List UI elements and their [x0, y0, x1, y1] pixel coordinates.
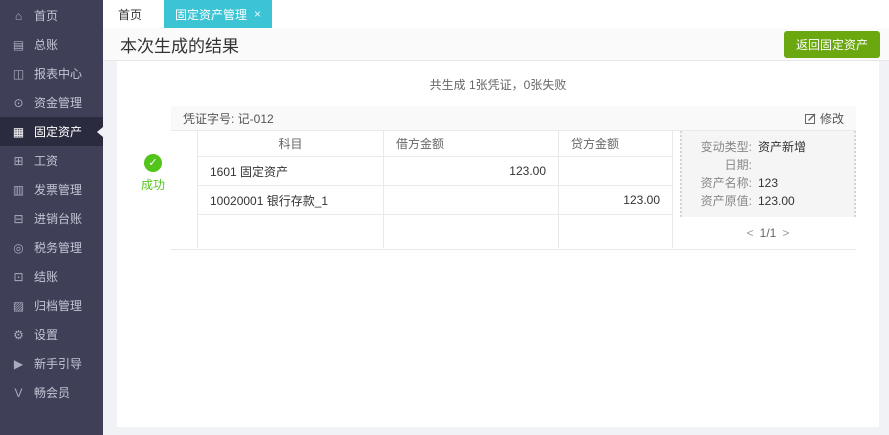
detail-label: 变动类型:	[700, 140, 752, 154]
sidebar-item-payroll[interactable]: ⊞ 工资	[0, 146, 103, 175]
archive-icon: ▨	[12, 298, 25, 313]
detail-row-asset-name: 资产名称: 123	[688, 174, 848, 192]
sidebar-item-label: 归档管理	[34, 299, 83, 313]
edit-pencil-icon	[804, 113, 816, 124]
sidebar-item-funds-mgmt[interactable]: ⊙ 资金管理	[0, 88, 103, 117]
back-to-fixed-assets-button[interactable]: 返回固定资产	[783, 30, 880, 58]
tax-icon: ◎	[13, 240, 24, 255]
pagination: < 1/1 >	[680, 217, 856, 249]
column-header-credit: 贷方金额	[559, 131, 672, 157]
edit-voucher-link[interactable]: 修改	[804, 110, 844, 127]
invoice-icon: ▥	[12, 182, 25, 197]
home-icon: ⌂	[14, 8, 23, 23]
sidebar-item-label: 总账	[34, 38, 59, 52]
detail-label: 日期:	[724, 158, 752, 172]
table-empty-cell	[384, 215, 559, 248]
content-area: 共生成 1张凭证，0张失败 ✓ 成功 凭证字号: 记-012 修改 科目 借方金…	[103, 61, 889, 435]
sidebar-item-purchase-sales[interactable]: ⊟ 进销台账	[0, 204, 103, 233]
detail-value: 123	[758, 176, 779, 190]
sidebar-item-label: 资金管理	[34, 96, 83, 110]
asset-detail-panel: 变动类型: 资产新增 日期: 资产名称: 123 资产原值: 123.00	[680, 131, 856, 217]
sidebar-item-tax-mgmt[interactable]: ◎ 税务管理	[0, 233, 103, 262]
closing-icon: ⊡	[13, 269, 24, 284]
sidebar-item-archive-mgmt[interactable]: ▨ 归档管理	[0, 291, 103, 320]
sidebar-item-general-ledger[interactable]: ▤ 总账	[0, 30, 103, 59]
sidebar-item-label: 畅会员	[34, 386, 71, 400]
result-card: 共生成 1张凭证，0张失败 ✓ 成功 凭证字号: 记-012 修改 科目 借方金…	[117, 61, 879, 427]
pagination-next-icon[interactable]: >	[782, 226, 789, 240]
table-row-credit	[559, 157, 672, 186]
detail-label: 资产名称:	[700, 176, 752, 190]
asset-detail-column: 变动类型: 资产新增 日期: 资产名称: 123 资产原值: 123.00 < …	[680, 131, 856, 249]
table-empty-cell	[559, 215, 672, 248]
sidebar-item-label: 报表中心	[34, 67, 83, 81]
voucher-header: 凭证字号: 记-012 修改	[171, 106, 856, 131]
sidebar-item-label: 工资	[34, 154, 59, 168]
tab-close-icon[interactable]: ×	[254, 7, 261, 21]
column-header-debit: 借方金额	[384, 131, 559, 157]
sidebar-item-label: 新手引导	[34, 357, 83, 371]
report-chart-icon: ◫	[12, 66, 25, 81]
fixed-assets-icon: ▦	[12, 124, 25, 139]
member-v-icon: V	[14, 385, 23, 400]
payroll-icon: ⊞	[13, 153, 24, 168]
sidebar-item-label: 进销台账	[34, 212, 83, 226]
column-header-subject: 科目	[198, 131, 384, 157]
table-row-subject: 10020001 银行存款_1	[198, 186, 384, 215]
guide-play-icon: ▶	[13, 356, 24, 371]
active-item-arrow	[97, 126, 103, 137]
status-column: ✓ 成功	[135, 154, 171, 250]
generation-summary: 共生成 1张凭证，0张失败	[429, 78, 567, 92]
sidebar-item-closing[interactable]: ⊡ 结账	[0, 262, 103, 291]
sidebar: ⌂ 首页 ▤ 总账 ◫ 报表中心 ⊙ 资金管理 ▦ 固定资产 ⊞ 工资 ▥ 发票…	[0, 0, 103, 435]
ledger-icon: ▤	[12, 37, 25, 52]
table-row-credit: 123.00	[559, 186, 672, 215]
sidebar-item-label: 结账	[34, 270, 59, 284]
voucher-number: 凭证字号: 记-012	[183, 111, 274, 126]
success-check-icon: ✓	[144, 154, 162, 172]
detail-value: 123.00	[758, 194, 795, 208]
sidebar-item-home[interactable]: ⌂ 首页	[0, 1, 103, 30]
voucher-result-block: ✓ 成功 凭证字号: 记-012 修改 科目 借方金额 贷方金额 1601 固定…	[135, 106, 856, 250]
sidebar-item-settings[interactable]: ⚙ 设置	[0, 320, 103, 349]
sidebar-item-label: 首页	[34, 9, 59, 23]
edit-label: 修改	[819, 111, 844, 126]
sidebar-item-label: 发票管理	[34, 183, 83, 197]
pagination-current: 1/1	[759, 226, 777, 240]
voucher-entries-table: 科目 借方金额 贷方金额 1601 固定资产 123.00 10020001 银…	[197, 131, 673, 248]
pagination-prev-icon[interactable]: <	[747, 226, 754, 240]
table-row-debit: 123.00	[384, 157, 559, 186]
app-window: ⌂ 首页 ▤ 总账 ◫ 报表中心 ⊙ 资金管理 ▦ 固定资产 ⊞ 工资 ▥ 发票…	[0, 0, 889, 435]
status-label: 成功	[140, 178, 165, 192]
sidebar-item-report-center[interactable]: ◫ 报表中心	[0, 59, 103, 88]
sidebar-item-label: 设置	[34, 328, 59, 342]
sidebar-item-invoice-mgmt[interactable]: ▥ 发票管理	[0, 175, 103, 204]
sidebar-item-beginner-guide[interactable]: ▶ 新手引导	[0, 349, 103, 378]
table-row-subject: 1601 固定资产	[198, 157, 384, 186]
gear-icon: ⚙	[13, 327, 24, 342]
detail-row-asset-value: 资产原值: 123.00	[688, 192, 848, 210]
funds-safe-icon: ⊙	[13, 95, 24, 110]
voucher-panel: 凭证字号: 记-012 修改 科目 借方金额 贷方金额 1601 固定资产 12…	[171, 106, 856, 250]
main-area: 首页 固定资产管理 × 本次生成的结果 返回固定资产 共生成 1张凭证，0张失败…	[103, 0, 889, 435]
table-row-debit	[384, 186, 559, 215]
tab-bar: 首页 固定资产管理 ×	[103, 0, 889, 28]
detail-row-date: 日期:	[688, 156, 848, 174]
sidebar-item-label: 税务管理	[34, 241, 83, 255]
tab-home[interactable]: 首页	[105, 0, 155, 28]
tab-fixed-assets-management[interactable]: 固定资产管理 ×	[164, 0, 273, 28]
page-title: 本次生成的结果	[120, 36, 239, 56]
detail-value: 资产新增	[758, 140, 807, 154]
page-header: 本次生成的结果 返回固定资产	[103, 28, 889, 61]
sidebar-item-label: 固定资产	[34, 125, 83, 139]
table-empty-cell	[198, 215, 384, 248]
voucher-body: 科目 借方金额 贷方金额 1601 固定资产 123.00 10020001 银…	[171, 131, 856, 249]
sidebar-item-fixed-assets[interactable]: ▦ 固定资产	[0, 117, 103, 146]
sidebar-item-member[interactable]: V 畅会员	[0, 378, 103, 407]
detail-label: 资产原值:	[700, 194, 752, 208]
detail-row-change-type: 变动类型: 资产新增	[688, 138, 848, 156]
tab-label: 固定资产管理	[175, 7, 248, 22]
purchase-sales-ledger-icon: ⊟	[13, 211, 24, 226]
